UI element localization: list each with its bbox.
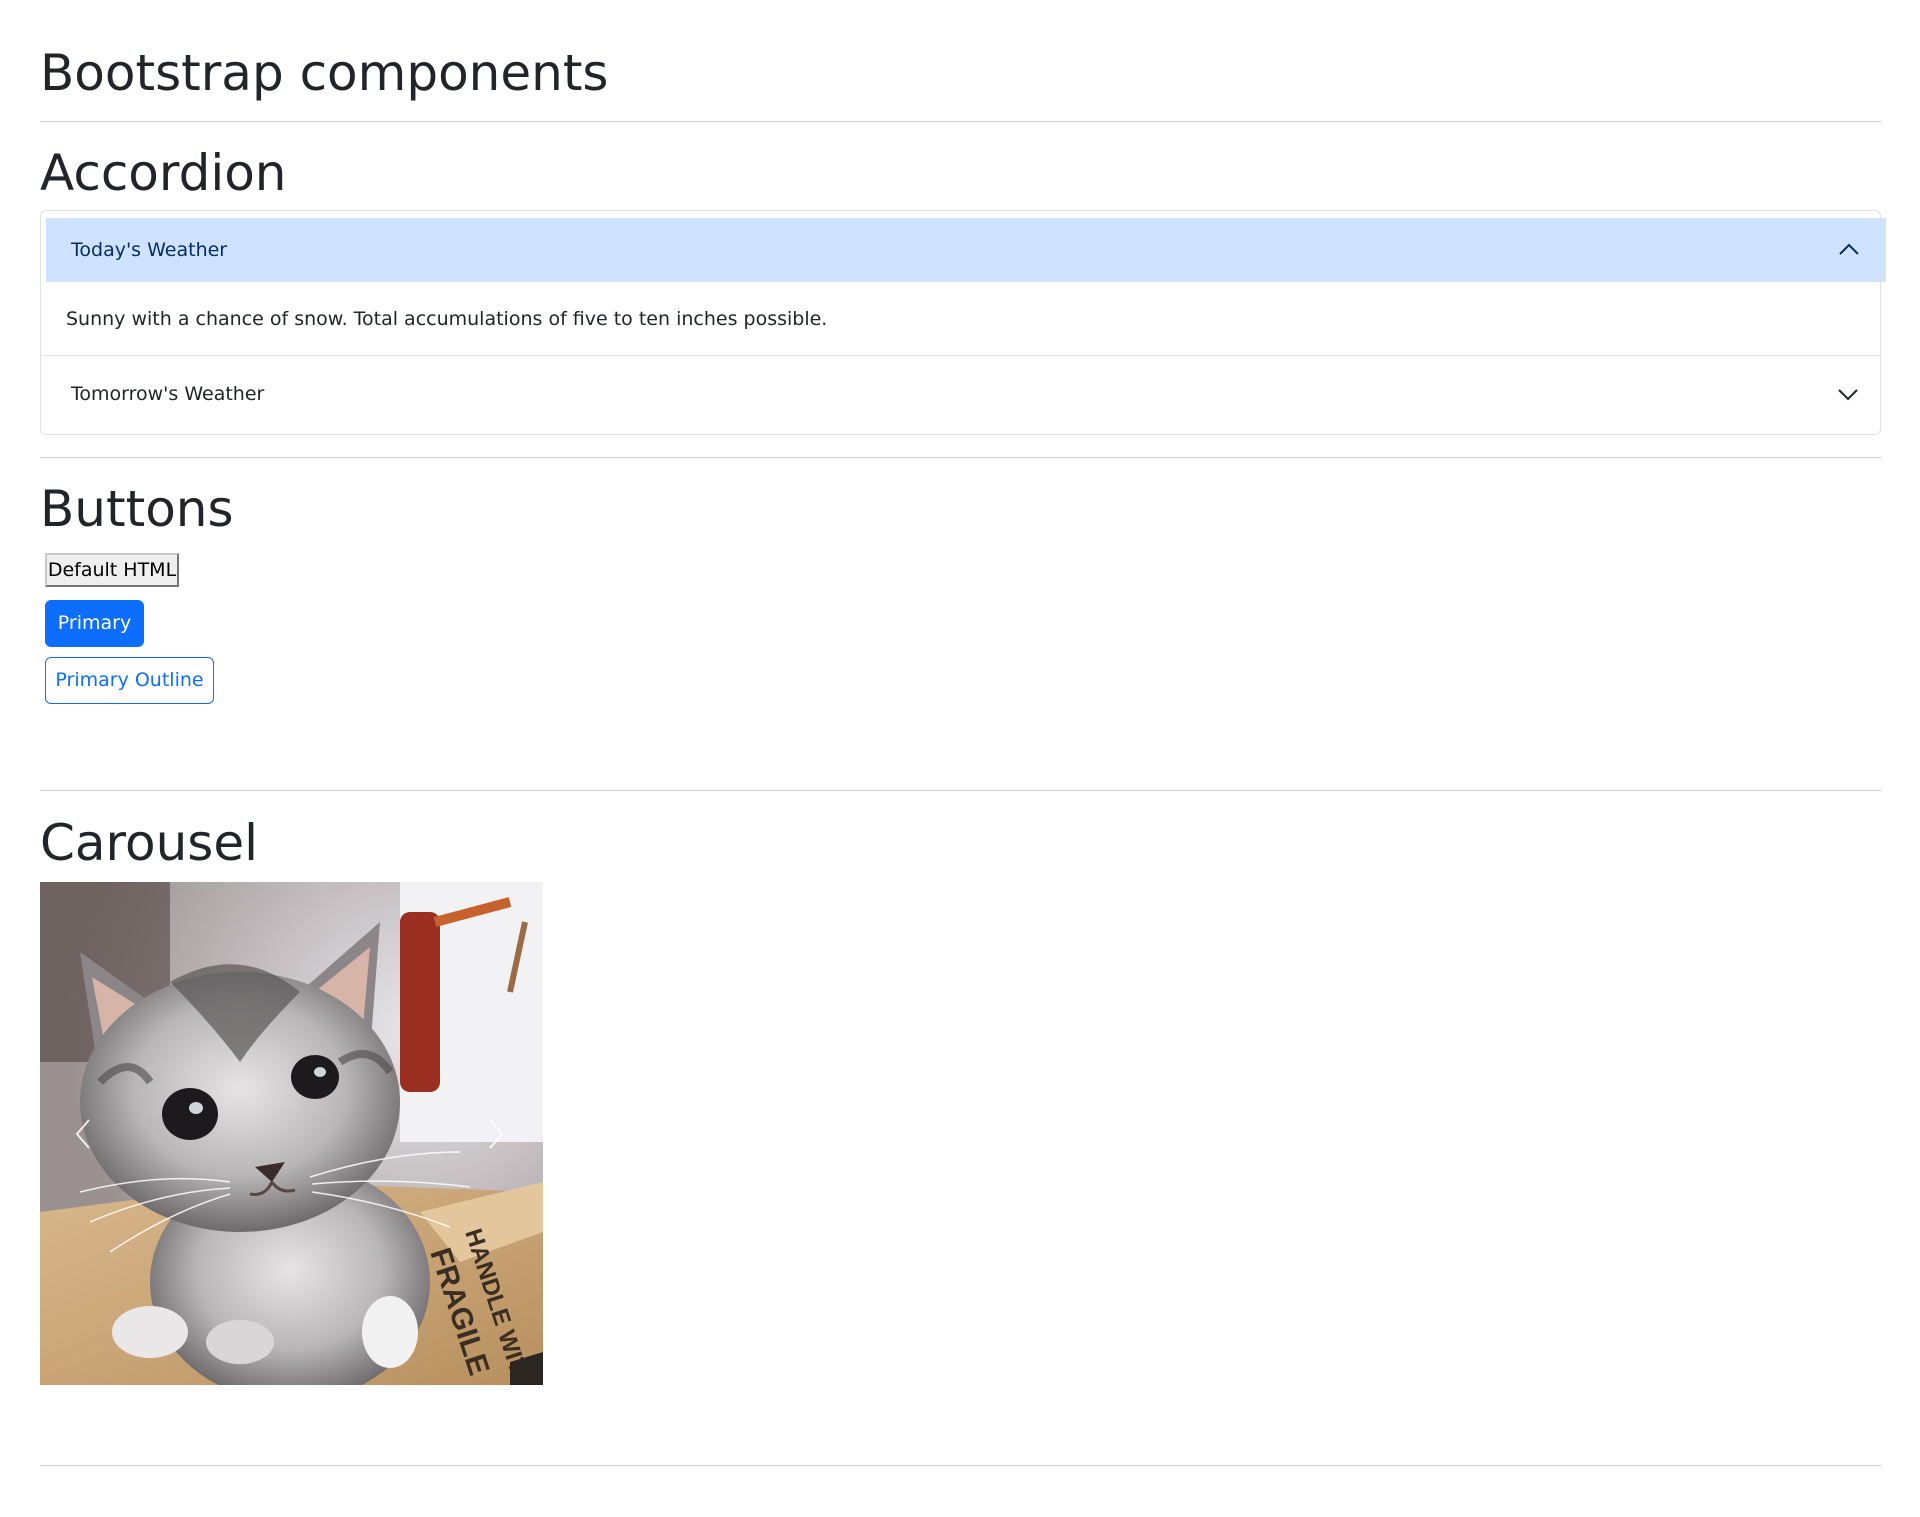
accordion-item-tomorrows-weather-header[interactable]: Tomorrow's Weather [46, 356, 1880, 432]
chevron-left-icon [75, 1119, 90, 1149]
accordion-item-label: Today's Weather [71, 239, 228, 261]
default-html-button[interactable]: Default HTML [45, 553, 179, 587]
divider [40, 1465, 1881, 1466]
divider [40, 790, 1881, 791]
accordion-item-todays-weather-body: Sunny with a chance of snow. Total accum… [41, 283, 1880, 356]
chevron-down-icon [1838, 389, 1858, 401]
carousel: FRAGILE HANDLE WITH CARE [40, 882, 543, 1385]
accordion-item-todays-weather-header[interactable]: Today's Weather [46, 218, 1886, 282]
carousel-next-button[interactable] [453, 1082, 543, 1185]
chevron-right-icon [489, 1119, 504, 1149]
accordion: Today's Weather Sunny with a chance of s… [40, 210, 1886, 435]
carousel-heading: Carousel [40, 814, 258, 872]
page-title: Bootstrap components [40, 44, 609, 102]
divider [40, 457, 1881, 458]
buttons-heading: Buttons [40, 480, 234, 538]
accordion-heading: Accordion [40, 144, 287, 202]
primary-button[interactable]: Primary [45, 600, 144, 647]
accordion-body-text: Sunny with a chance of snow. Total accum… [66, 308, 828, 330]
carousel-prev-button[interactable] [40, 1082, 130, 1185]
chevron-up-icon [1839, 243, 1859, 255]
divider [40, 121, 1881, 122]
primary-outline-button[interactable]: Primary Outline [45, 657, 214, 704]
accordion-item-label: Tomorrow's Weather [71, 383, 265, 405]
